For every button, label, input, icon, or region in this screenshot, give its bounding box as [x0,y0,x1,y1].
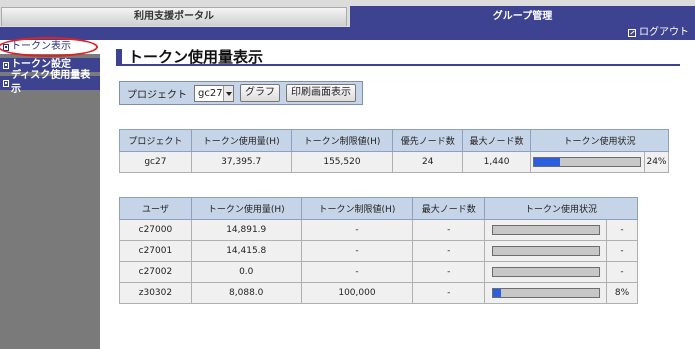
sub-header-bar [0,27,695,40]
limit-cell: 100,000 [300,282,414,304]
project-label: プロジェクト [127,89,187,101]
project-cell: gc27 [119,151,192,173]
usage-bar-fill [492,288,502,297]
used-cell: 0.0 [190,261,302,283]
list-bullet-icon [3,79,9,87]
max-nodes-cell: 1,440 [462,151,531,173]
logout-label: ログアウト [639,27,689,38]
table-row: gc27 37,395.7 155,520 24 1,440 24% [119,151,670,173]
table-row: z30302 8,088.0 100,000 - 8% [119,282,638,304]
used-cell: 37,395.7 [190,151,292,173]
table-header-row: プロジェクト トークン使用量(H) トークン制限値(H) 優先ノード数 最大ノー… [119,129,670,152]
usage-percent-cell: - [606,261,638,283]
usage-percent-cell: - [606,240,638,262]
usage-bar-cell [484,282,608,304]
column-header: トークン使用量(H) [190,197,302,220]
logout-icon [628,28,636,37]
sidebar-item-disk-usage[interactable]: ディスク使用量表示 [0,70,100,95]
table-row: c27002 0.0 - - - [119,261,638,283]
print-view-button[interactable]: 印刷画面表示 [286,84,356,102]
usage-progress-bar [533,156,642,167]
project-select-value: gc27 [198,87,223,99]
user-cell: c27000 [119,219,192,241]
usage-percent-cell: - [606,219,638,241]
sidebar-item-label: ディスク使用量表示 [10,70,91,95]
sidebar-item-token-display[interactable]: トークン表示 [0,37,100,57]
column-header: トークン使用状況 [484,197,638,220]
usage-progress-bar [491,224,600,235]
max-nodes-cell: - [412,282,486,304]
usage-bar-cell [529,151,645,173]
usage-bar-fill [534,157,560,166]
limit-cell: - [300,219,414,241]
table-header-row: ユーザ トークン使用量(H) トークン制限値(H) 最大ノード数 トークン使用状… [119,197,638,220]
usage-percent-cell: 24% [643,151,670,173]
user-cell: z30302 [119,282,192,304]
column-header: 優先ノード数 [392,129,464,152]
list-bullet-icon [3,61,9,69]
limit-cell: - [300,261,414,283]
max-nodes-cell: - [412,240,486,262]
usage-progress-bar [491,245,600,256]
column-header: トークン制限値(H) [290,129,394,152]
user-usage-table: ユーザ トークン使用量(H) トークン制限値(H) 最大ノード数 トークン使用状… [119,197,638,304]
tab-group-management[interactable]: グループ管理 [350,6,695,27]
priority-nodes-cell: 24 [392,151,464,173]
max-nodes-cell: - [412,261,486,283]
usage-bar-cell [484,261,608,283]
table-row: c27000 14,891.9 - - - [119,219,638,241]
table-row: c27001 14,415.8 - - - [119,240,638,262]
column-header: トークン使用量(H) [190,129,292,152]
sidebar: トークン表示 トークン設定 ディスク使用量表示 [0,37,100,349]
user-cell: c27001 [119,240,192,262]
highlight-circle-annotation [0,37,98,57]
limit-cell: 155,520 [290,151,394,173]
usage-bar-cell [484,240,608,262]
project-usage-table: プロジェクト トークン使用量(H) トークン制限値(H) 優先ノード数 最大ノー… [119,129,670,173]
usage-bar-cell [484,219,608,241]
top-tab-bar: 利用支援ポータル グループ管理 [0,0,695,28]
used-cell: 8,088.0 [190,282,302,304]
chevron-down-icon[interactable] [222,85,233,101]
tab-portal[interactable]: 利用支援ポータル [1,7,347,26]
logout-link[interactable]: ログアウト [628,26,689,39]
limit-cell: - [300,240,414,262]
column-header: トークン使用状況 [529,129,670,152]
project-control-bar: プロジェクト gc27 グラフ 印刷画面表示 [119,81,363,105]
usage-percent-cell: 8% [606,282,638,304]
used-cell: 14,891.9 [190,219,302,241]
max-nodes-cell: - [412,219,486,241]
usage-progress-bar [491,287,600,298]
column-header: ユーザ [119,197,192,220]
column-header: 最大ノード数 [412,197,486,220]
graph-button[interactable]: グラフ [240,84,280,102]
title-underline [116,64,680,66]
title-marker [116,48,122,65]
column-header: 最大ノード数 [462,129,531,152]
project-select[interactable]: gc27 [194,84,234,102]
user-cell: c27002 [119,261,192,283]
column-header: トークン制限値(H) [300,197,414,220]
column-header: プロジェクト [119,129,192,152]
usage-progress-bar [491,266,600,277]
used-cell: 14,415.8 [190,240,302,262]
